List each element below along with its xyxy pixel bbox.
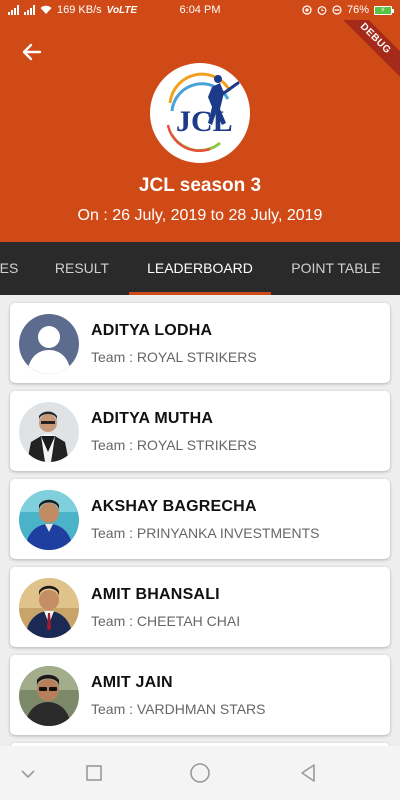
player-name: ADITYA MUTHA <box>91 410 214 427</box>
default-avatar-icon <box>19 314 79 374</box>
status-right: 76% ⚡ <box>302 4 394 16</box>
player-name: AKSHAY BAGRECHA <box>91 498 257 515</box>
player-photo <box>19 578 79 638</box>
list-item[interactable]: ADITYA LODHA Team : ROYAL STRIKERS <box>10 303 390 383</box>
player-photo <box>19 402 79 462</box>
player-name: AMIT BHANSALI <box>91 586 220 603</box>
debug-ribbon: DEBUG <box>329 20 400 85</box>
list-item[interactable]: AMIT JAIN Team : VARDHMAN STARS <box>10 655 390 735</box>
alarm-icon <box>317 6 327 15</box>
back-arrow-icon[interactable] <box>20 40 44 64</box>
tab-indicator <box>129 292 271 295</box>
player-name: ADITYA LODHA <box>91 322 213 339</box>
avatar <box>19 490 79 550</box>
player-team: Team : ROYAL STRIKERS <box>91 437 257 453</box>
network-speed: 169 KB/s <box>57 4 102 16</box>
circle-icon[interactable] <box>188 761 212 785</box>
list-item[interactable]: AMIT BHANSALI Team : CHEETAH CHAI <box>10 567 390 647</box>
player-photo <box>19 666 79 726</box>
battery-icon: ⚡ <box>374 5 394 15</box>
dnd-icon <box>332 5 342 15</box>
system-nav-bar <box>0 746 400 800</box>
tab-bar: ES RESULT LEADERBOARD POINT TABLE <box>0 242 400 295</box>
tournament-logo: JCL <box>150 63 250 163</box>
battery-percent: 76% <box>346 4 369 16</box>
tab-matches[interactable]: ES <box>0 242 20 295</box>
wifi-icon <box>40 5 52 14</box>
square-icon[interactable] <box>82 761 106 785</box>
cricket-logo-icon: JCL <box>166 72 240 153</box>
event-header: DEBUG JCL JCL season 3 On : 26 July, 201… <box>0 20 400 242</box>
signal-icon <box>8 5 19 15</box>
volte-indicator: VoLTE <box>106 4 138 16</box>
player-name: AMIT JAIN <box>91 674 173 691</box>
triangle-back-icon[interactable] <box>296 761 320 785</box>
player-team: Team : VARDHMAN STARS <box>91 701 266 717</box>
chevron-down-icon[interactable] <box>16 761 40 785</box>
event-title: JCL season 3 <box>138 175 262 196</box>
status-bar: 169 KB/s VoLTE 6:04 PM 76% ⚡ <box>0 0 400 20</box>
avatar <box>19 578 79 638</box>
player-team: Team : PRINYANKA INVESTMENTS <box>91 525 320 541</box>
list-item[interactable]: AKSHAY BAGRECHA Team : PRINYANKA INVESTM… <box>10 479 390 559</box>
player-team: Team : CHEETAH CHAI <box>91 613 241 629</box>
player-team: Team : ROYAL STRIKERS <box>91 349 257 365</box>
tab-point-table[interactable]: POINT TABLE <box>280 242 392 295</box>
data-saver-icon <box>302 5 312 15</box>
avatar <box>19 666 79 726</box>
tab-leaderboard[interactable]: LEADERBOARD <box>129 242 271 295</box>
list-item[interactable]: ADITYA MUTHA Team : ROYAL STRIKERS <box>10 391 390 471</box>
player-photo <box>19 490 79 550</box>
status-left: 169 KB/s VoLTE <box>8 4 158 16</box>
tab-result[interactable]: RESULT <box>40 242 124 295</box>
signal-icon-2 <box>24 5 35 15</box>
event-dates: On : 26 July, 2019 to 28 July, 2019 <box>77 207 323 224</box>
avatar <box>19 314 79 374</box>
avatar <box>19 402 79 462</box>
